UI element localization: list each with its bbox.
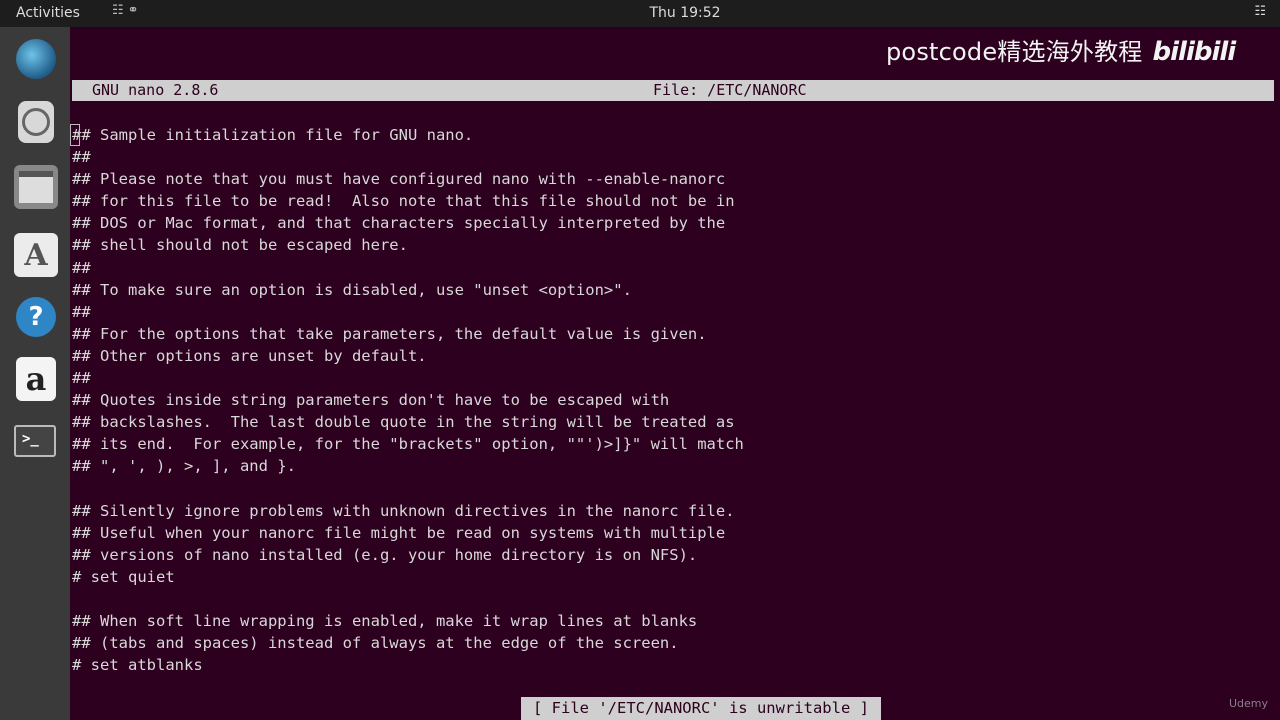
editor-line[interactable]: # set atblanks	[72, 654, 1274, 676]
editor-line[interactable]	[72, 588, 1274, 610]
nano-version: GNU nano 2.8.6	[92, 81, 219, 99]
dock: A ? a >_	[0, 27, 70, 720]
udemy-watermark: Udemy	[1228, 697, 1268, 710]
editor-line[interactable]: ## Silently ignore problems with unknown…	[72, 500, 1274, 522]
editor-line[interactable]: ##	[72, 301, 1274, 323]
editor-line[interactable]: ## for this file to be read! Also note t…	[72, 190, 1274, 212]
editor-line[interactable]: ##	[72, 367, 1274, 389]
help-icon[interactable]: ?	[16, 297, 56, 337]
editor-line[interactable]: ## ", ', ), >, ], and }.	[72, 455, 1274, 477]
nano-title-bar: GNU nano 2.8.6 File: /ETC/NANORC	[72, 80, 1274, 101]
editor-line[interactable]: ## DOS or Mac format, and that character…	[72, 212, 1274, 234]
terminal-icon[interactable]: >_	[14, 425, 56, 457]
editor-line[interactable]: ## backslashes. The last double quote in…	[72, 411, 1274, 433]
editor-line[interactable]: ## Other options are unset by default.	[72, 345, 1274, 367]
font-viewer-icon[interactable]: A	[14, 233, 58, 277]
editor-line[interactable]	[72, 478, 1274, 500]
files-icon[interactable]	[14, 165, 58, 209]
browser-icon[interactable]	[16, 39, 56, 79]
editor-line[interactable]: # set quiet	[72, 566, 1274, 588]
watermark-text: postcode精选海外教程	[886, 38, 1143, 66]
editor-line[interactable]: ## (tabs and spaces) instead of always a…	[72, 632, 1274, 654]
clock[interactable]: Thu 19:52	[0, 5, 1280, 21]
editor-line[interactable]: ## Quotes inside string parameters don't…	[72, 389, 1274, 411]
editor-line[interactable]: ## When soft line wrapping is enabled, m…	[72, 610, 1274, 632]
editor-line[interactable]: ## Sample initialization file for GNU na…	[72, 124, 1274, 146]
editor-line[interactable]: ## shell should not be escaped here.	[72, 234, 1274, 256]
editor-line[interactable]: ##	[72, 146, 1274, 168]
network-icon[interactable]: ☷	[1254, 4, 1266, 19]
editor-area[interactable]: ## Sample initialization file for GNU na…	[72, 124, 1274, 676]
editor-line[interactable]: ## For the options that take parameters,…	[72, 323, 1274, 345]
watermark: postcode精选海外教程 bilibili	[886, 32, 1237, 67]
editor-line[interactable]: ##	[72, 257, 1274, 279]
editor-line[interactable]: ## versions of nano installed (e.g. your…	[72, 544, 1274, 566]
amazon-icon[interactable]: a	[16, 357, 56, 401]
bilibili-logo: bilibili	[1152, 37, 1237, 67]
editor-line[interactable]: ## Useful when your nanorc file might be…	[72, 522, 1274, 544]
top-bar: Activities ☷ ⚭ Thu 19:52 ☷	[0, 0, 1280, 27]
editor-line[interactable]: ## To make sure an option is disabled, u…	[72, 279, 1274, 301]
nano-filename: File: /ETC/NANORC	[653, 81, 807, 99]
status-message: [ File '/ETC/NANORC' is unwritable ]	[521, 697, 881, 720]
editor-line[interactable]: ## Please note that you must have config…	[72, 168, 1274, 190]
text-cursor	[70, 124, 80, 146]
editor-line[interactable]: ## its end. For example, for the "bracke…	[72, 433, 1274, 455]
mail-icon[interactable]	[18, 101, 54, 143]
